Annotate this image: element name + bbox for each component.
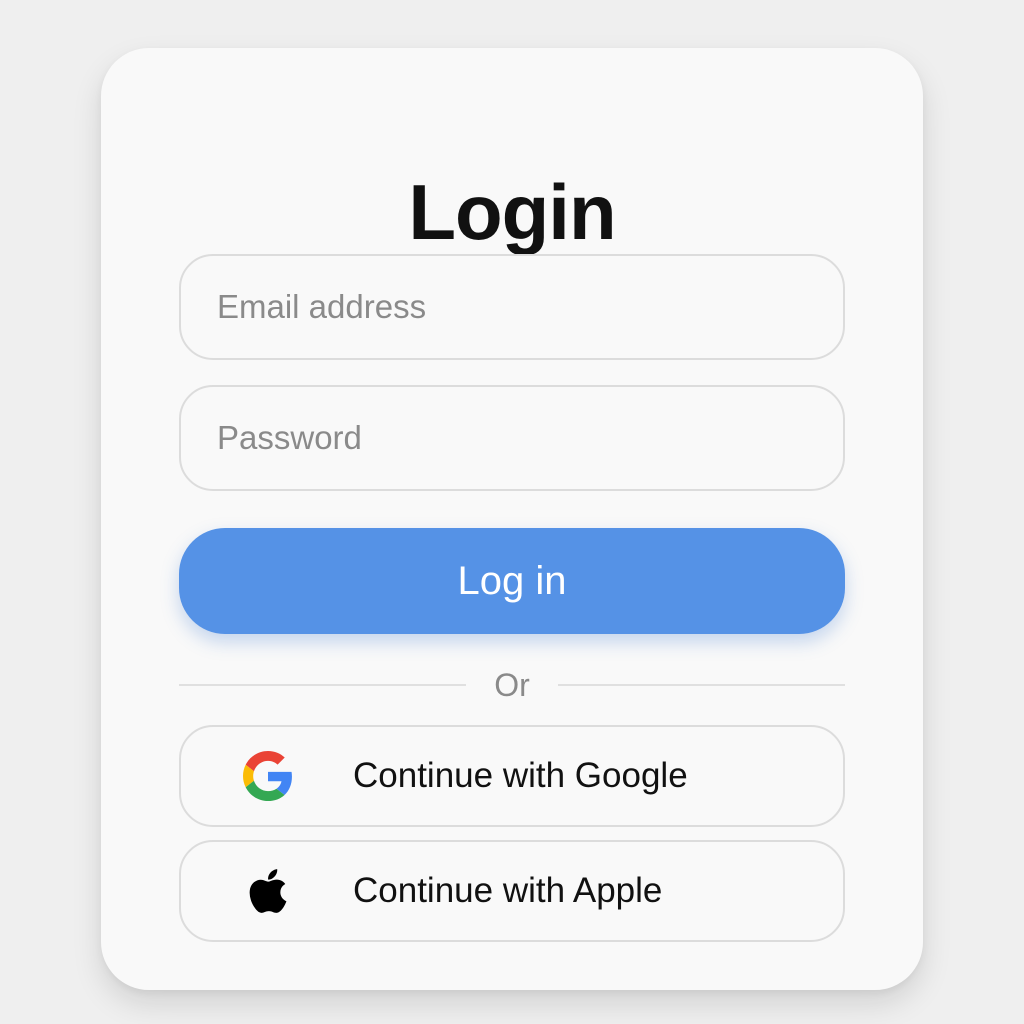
email-field[interactable] [179,254,845,360]
login-card: Login Log in Or Continue with Google Con… [101,48,923,990]
password-field[interactable] [179,385,845,491]
page-title: Login [408,168,616,256]
google-icon [243,751,293,801]
apple-icon [243,866,293,916]
divider-label: Or [494,666,530,703]
divider-line-left [179,684,466,686]
continue-with-apple-button[interactable]: Continue with Apple [179,840,845,942]
divider-line-right [558,684,845,686]
apple-button-label: Continue with Apple [353,871,663,910]
continue-with-google-button[interactable]: Continue with Google [179,725,845,827]
or-divider: Or [179,660,845,710]
google-button-label: Continue with Google [353,756,688,795]
login-button[interactable]: Log in [179,528,845,634]
